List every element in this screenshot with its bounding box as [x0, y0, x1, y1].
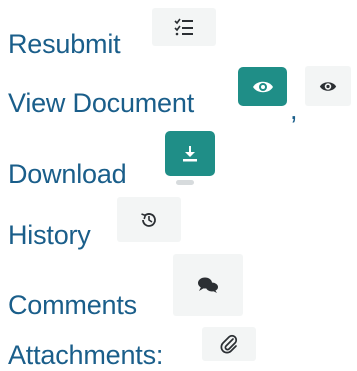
eye-icon [252, 79, 274, 95]
comments-link[interactable]: Comments [8, 289, 137, 321]
paperclip-icon [220, 334, 238, 354]
attachments-button[interactable] [202, 327, 256, 361]
download-icon [181, 145, 199, 163]
comments-icon [197, 276, 219, 294]
view-document-link[interactable]: View Document [8, 87, 194, 119]
download-button[interactable] [165, 131, 215, 176]
history-icon [140, 211, 158, 229]
attachments-link[interactable]: Attachments: [8, 339, 163, 371]
download-link[interactable]: Download [8, 158, 127, 190]
eye-icon [319, 80, 337, 93]
checklist-icon [174, 18, 194, 36]
separator-comma: , [290, 95, 298, 125]
resubmit-button[interactable] [152, 8, 216, 46]
history-link[interactable]: History [8, 219, 91, 251]
history-button[interactable] [117, 197, 181, 242]
view-document-alt-button[interactable] [305, 66, 351, 106]
download-shadow [176, 180, 194, 185]
view-document-button[interactable] [238, 67, 287, 106]
resubmit-link[interactable]: Resubmit [8, 28, 121, 60]
comments-button[interactable] [173, 254, 243, 316]
